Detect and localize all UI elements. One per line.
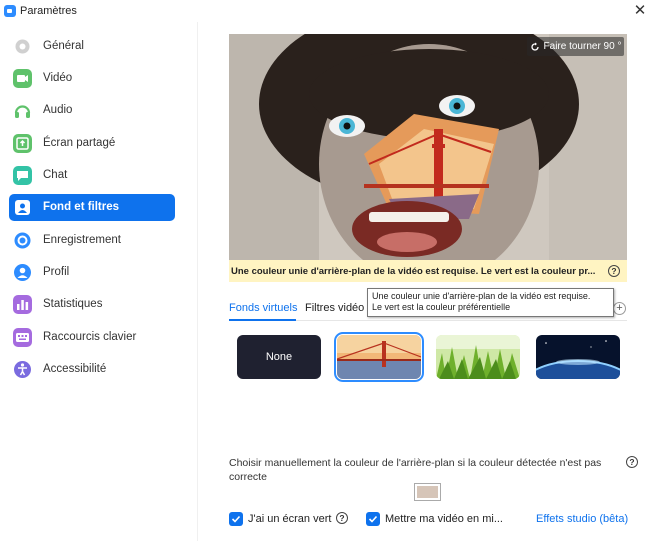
sidebar-item-label: Vidéo <box>43 72 73 84</box>
manual-color-description: Choisir manuellement la couleur de l'arr… <box>229 457 602 483</box>
help-icon[interactable]: ? <box>626 456 638 468</box>
person-background-icon <box>13 198 32 217</box>
rotate-90-button[interactable]: Faire tourner 90 ° <box>527 37 624 56</box>
video-preview <box>229 34 627 260</box>
tooltip-line: Une couleur unie d'arrière-plan de la vi… <box>372 291 591 301</box>
sidebar-item-recording[interactable]: Enregistrement <box>9 227 175 254</box>
profile-icon <box>13 263 32 282</box>
help-icon[interactable]: ? <box>608 265 620 277</box>
active-tab-indicator <box>229 319 296 321</box>
sidebar-item-label: Accessibilité <box>43 363 107 375</box>
tooltip: Une couleur unie d'arrière-plan de la vi… <box>367 288 614 317</box>
background-golden-gate[interactable] <box>334 332 424 382</box>
sidebar-divider <box>197 22 198 541</box>
sidebar-item-label: Enregistrement <box>43 234 121 246</box>
sidebar-item-label: Fond et filtres <box>43 201 120 213</box>
mirror-video-label[interactable]: Mettre ma vidéo en mi... <box>385 513 503 525</box>
window-title: Paramètres <box>20 5 77 17</box>
keyboard-icon <box>13 328 32 347</box>
studio-effects-link[interactable]: Effets studio (bêta) <box>536 513 628 525</box>
green-screen-warning: Une couleur unie d'arrière-plan de la vi… <box>229 260 627 282</box>
sidebar-item-share-screen[interactable]: Écran partagé <box>9 130 175 157</box>
record-icon <box>13 231 32 250</box>
statistics-icon <box>13 295 32 314</box>
sidebar-item-label: Écran partagé <box>43 137 116 149</box>
rotate-label: Faire tourner 90 ° <box>543 41 622 52</box>
checkmark-icon <box>368 515 378 523</box>
sidebar-item-chat[interactable]: Chat <box>9 162 175 189</box>
close-button[interactable]: ✕ <box>631 2 649 20</box>
tab-video-filters[interactable]: Filtres vidéo <box>305 302 364 314</box>
background-earth[interactable] <box>536 335 620 379</box>
green-screen-checkbox[interactable] <box>229 512 243 526</box>
sidebar-item-label: Chat <box>43 169 68 181</box>
sidebar-item-label: Statistiques <box>43 298 103 310</box>
sidebar-item-accessibility[interactable]: Accessibilité <box>9 356 175 383</box>
mirror-video-checkbox[interactable] <box>366 512 380 526</box>
gear-icon <box>13 37 32 56</box>
background-grass[interactable] <box>436 335 520 379</box>
headphones-icon <box>13 101 32 120</box>
checkmark-icon <box>231 515 241 523</box>
video-camera-icon <box>13 69 32 88</box>
sidebar-item-label: Audio <box>43 104 73 116</box>
add-background-button[interactable]: + <box>613 302 626 315</box>
share-screen-icon <box>13 134 32 153</box>
sidebar-item-general[interactable]: Général <box>9 33 175 60</box>
sidebar-item-audio[interactable]: Audio <box>9 97 175 124</box>
background-none[interactable]: None <box>237 335 321 379</box>
zoom-logo-icon <box>4 5 16 17</box>
sidebar-item-background-filters[interactable]: Fond et filtres <box>9 194 175 221</box>
background-color-picker[interactable] <box>414 483 441 501</box>
green-screen-label[interactable]: J'ai un écran vert <box>248 513 331 525</box>
sidebar-item-profile[interactable]: Profil <box>9 259 175 286</box>
sidebar-item-keyboard-shortcuts[interactable]: Raccourcis clavier <box>9 324 175 351</box>
rotate-icon <box>530 42 539 51</box>
help-icon[interactable]: ? <box>336 512 348 524</box>
settings-window: Paramètres ✕ Général Vidéo Audio Écran p… <box>0 0 655 541</box>
sidebar-item-label: Profil <box>43 266 70 278</box>
title-bar: Paramètres ✕ <box>0 0 655 22</box>
sidebar-item-label: Raccourcis clavier <box>43 331 137 343</box>
sidebar-item-video[interactable]: Vidéo <box>9 65 175 92</box>
settings-sidebar: Général Vidéo Audio Écran partagé Chat F… <box>0 28 185 541</box>
sidebar-item-statistics[interactable]: Statistiques <box>9 291 175 318</box>
chat-bubble-icon <box>13 166 32 185</box>
color-swatch-fill <box>417 486 438 498</box>
tab-virtual-backgrounds[interactable]: Fonds virtuels <box>229 302 297 314</box>
sidebar-item-label: Général <box>43 40 84 52</box>
tooltip-line: Le vert est la couleur préférentielle <box>372 302 511 312</box>
accessibility-icon <box>13 360 32 379</box>
